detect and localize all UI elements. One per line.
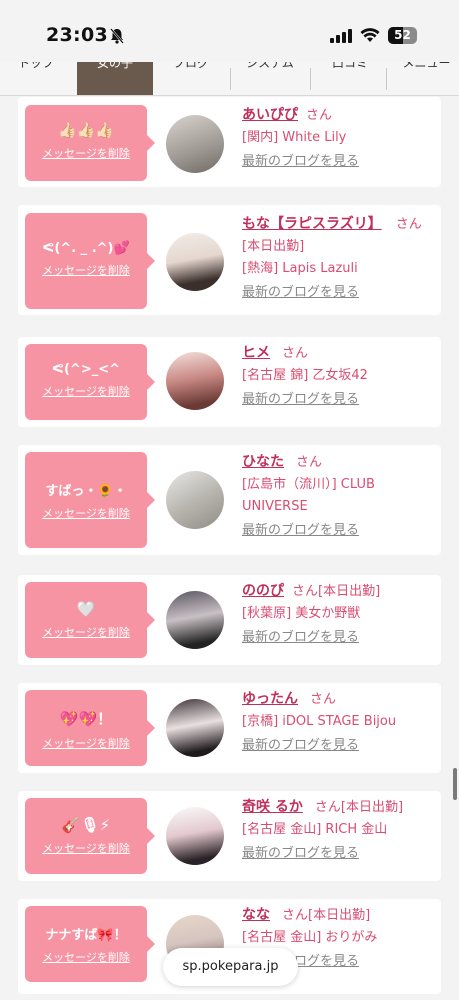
signal-icon: [330, 29, 352, 43]
tab-top[interactable]: トップ: [14, 62, 58, 95]
status-extra: [本日出勤]: [308, 908, 371, 923]
delete-message-link[interactable]: メッセージを削除: [25, 145, 147, 161]
status-bar: 23:03 52: [0, 0, 459, 62]
girl-info: ゆったん さん [京橋] iDOL STAGE Bijou 最新のブログを見る: [242, 688, 438, 757]
honorific: さん: [282, 346, 309, 361]
girl-name-link[interactable]: ひなた: [242, 454, 284, 470]
latest-blog-link[interactable]: 最新のブログを見る: [242, 735, 438, 757]
delete-message-link[interactable]: メッセージを削除: [25, 949, 147, 965]
honorific: さん: [282, 908, 309, 923]
latest-blog-link[interactable]: 最新のブログを見る: [242, 520, 438, 542]
tab-girls[interactable]: 女の子: [77, 62, 153, 95]
honorific: さん: [296, 455, 323, 470]
message-bubble: 🤍 メッセージを削除: [25, 582, 155, 658]
avatar[interactable]: [166, 471, 224, 529]
delete-message-link[interactable]: メッセージを削除: [25, 735, 147, 751]
status-extra: [本日出勤]: [340, 800, 404, 815]
message-text: 🤍: [76, 600, 96, 618]
message-bubble: ᕙ(^. _ .^)💕 メッセージを削除: [25, 213, 155, 309]
message-text: ナナすば🎀！: [45, 928, 127, 943]
tab-reviews[interactable]: 口コミ: [320, 62, 380, 95]
message-card: ᕙ(^>_<^ メッセージを削除 ヒメ さん [名古屋 錦] 乙女坂42 最新のブ…: [18, 337, 441, 427]
honorific: さん: [314, 800, 341, 815]
delete-message-link[interactable]: メッセージを削除: [25, 624, 147, 640]
bell-muted-icon: [110, 28, 124, 44]
scrollbar-thumb[interactable]: [453, 768, 457, 800]
girl-info: もな【ラピスラズリ】 さん [本日出勤] [熱海] Lapis Lazuli 最新…: [242, 213, 438, 304]
message-card: 🎸🎙⚡ メッセージを削除 奇咲 るか さん[本日出勤] [名古屋 金山] RICH…: [18, 791, 441, 881]
shop-link[interactable]: [京橋] iDOL STAGE Bijou: [242, 711, 438, 733]
latest-blog-link[interactable]: 最新のブログを見る: [242, 627, 438, 649]
shop-link[interactable]: [名古屋 金山] おりがみ: [242, 927, 438, 949]
honorific: さん: [292, 584, 319, 599]
latest-blog-link[interactable]: 最新のブログを見る: [242, 151, 438, 173]
girl-name-link[interactable]: ゆったん: [242, 691, 298, 707]
shop-status: [本日出勤]: [242, 239, 305, 254]
message-card: すばっ・🌻・ メッセージを削除 ひなた さん [広島市（流川）] CLUB UNI…: [18, 445, 441, 555]
message-bubble: 🎸🎙⚡ メッセージを削除: [25, 798, 155, 874]
girl-name-link[interactable]: ののぴ: [242, 583, 284, 599]
girl-info: ののぴ さん[本日出勤] [秋葉原] 美女か野獣 最新のブログを見る: [242, 580, 438, 649]
wifi-icon: [360, 28, 380, 42]
message-bubble: ナナすば🎀！ メッセージを削除: [25, 906, 155, 982]
delete-message-link[interactable]: メッセージを削除: [25, 383, 147, 399]
tab-divider: [386, 68, 387, 90]
tab-nav: トップ 女の子 ブログ システム 口コミ メニュー: [0, 62, 459, 96]
honorific: さん: [395, 217, 422, 232]
battery-icon: 52: [388, 27, 417, 44]
girl-info: あいぴぴ さん [関内] White Lily 最新のブログを見る: [242, 104, 438, 173]
delete-message-link[interactable]: メッセージを削除: [25, 262, 147, 278]
message-text: 💖💖！: [59, 710, 113, 728]
tab-menu[interactable]: メニュー: [394, 62, 459, 95]
shop-link[interactable]: [名古屋 錦] 乙女坂42: [242, 365, 438, 387]
latest-blog-link[interactable]: 最新のブログを見る: [242, 389, 438, 411]
battery-level: 52: [394, 28, 411, 42]
shop-link[interactable]: [熱海] Lapis Lazuli: [242, 258, 438, 280]
message-text: 👍🏻👍🏻👍🏻: [57, 121, 115, 139]
girl-info: ヒメ さん [名古屋 錦] 乙女坂42 最新のブログを見る: [242, 342, 438, 411]
shop-link[interactable]: [名古屋 金山] RICH 金山: [242, 819, 438, 841]
avatar[interactable]: [166, 699, 224, 757]
status-extra: [本日出勤]: [318, 584, 381, 599]
latest-blog-link[interactable]: 最新のブログを見る: [242, 282, 438, 304]
girl-info: ひなた さん [広島市（流川）] CLUB UNIVERSE 最新のブログを見る: [242, 451, 438, 542]
girl-name-link[interactable]: もな【ラピスラズリ】: [242, 216, 382, 232]
message-text: ᕙ(^>_<^: [51, 362, 121, 377]
message-bubble: 👍🏻👍🏻👍🏻 メッセージを削除: [25, 105, 155, 181]
avatar[interactable]: [166, 352, 224, 410]
tab-system[interactable]: システム: [240, 62, 300, 95]
tab-divider: [310, 68, 311, 90]
latest-blog-link[interactable]: 最新のブログを見る: [242, 843, 438, 865]
girl-name-link[interactable]: あいぴぴ: [242, 107, 298, 123]
honorific: さん: [306, 108, 333, 123]
avatar[interactable]: [166, 233, 224, 291]
message-bubble: すばっ・🌻・ メッセージを削除: [25, 452, 155, 548]
delete-message-link[interactable]: メッセージを削除: [25, 840, 147, 856]
avatar[interactable]: [166, 807, 224, 865]
tab-divider: [230, 68, 231, 90]
message-card: 🤍 メッセージを削除 ののぴ さん[本日出勤] [秋葉原] 美女か野獣 最新のブロ…: [18, 575, 441, 665]
girl-name-link[interactable]: なな: [242, 907, 270, 923]
shop-link[interactable]: [関内] White Lily: [242, 127, 438, 149]
shop-link[interactable]: [秋葉原] 美女か野獣: [242, 603, 438, 625]
message-bubble: 💖💖！ メッセージを削除: [25, 690, 155, 766]
girl-name-link[interactable]: 奇咲 るか: [242, 799, 303, 815]
message-text: すばっ・🌻・: [45, 484, 127, 499]
url-bar[interactable]: sp.pokepara.jp: [163, 948, 298, 986]
shop-link[interactable]: [広島市（流川）] CLUB UNIVERSE: [242, 474, 438, 518]
message-text: 🎸🎙⚡: [61, 816, 111, 834]
message-card: 💖💖！ メッセージを削除 ゆったん さん [京橋] iDOL STAGE Bijo…: [18, 683, 441, 773]
status-time: 23:03: [46, 24, 108, 46]
girl-info: 奇咲 るか さん[本日出勤] [名古屋 金山] RICH 金山 最新のブログを見る: [242, 796, 438, 865]
message-card: ᕙ(^. _ .^)💕 メッセージを削除 もな【ラピスラズリ】 さん [本日出勤]…: [18, 205, 441, 315]
message-bubble: ᕙ(^>_<^ メッセージを削除: [25, 344, 155, 420]
girl-name-link[interactable]: ヒメ: [242, 345, 270, 361]
avatar[interactable]: [166, 115, 224, 173]
honorific: さん: [310, 692, 337, 707]
delete-message-link[interactable]: メッセージを削除: [25, 505, 147, 521]
tab-blog[interactable]: ブログ: [166, 62, 216, 95]
message-text: ᕙ(^. _ .^)💕: [42, 241, 130, 256]
avatar[interactable]: [166, 591, 224, 649]
message-card: 👍🏻👍🏻👍🏻 メッセージを削除 あいぴぴ さん [関内] White Lily 最…: [18, 97, 441, 187]
